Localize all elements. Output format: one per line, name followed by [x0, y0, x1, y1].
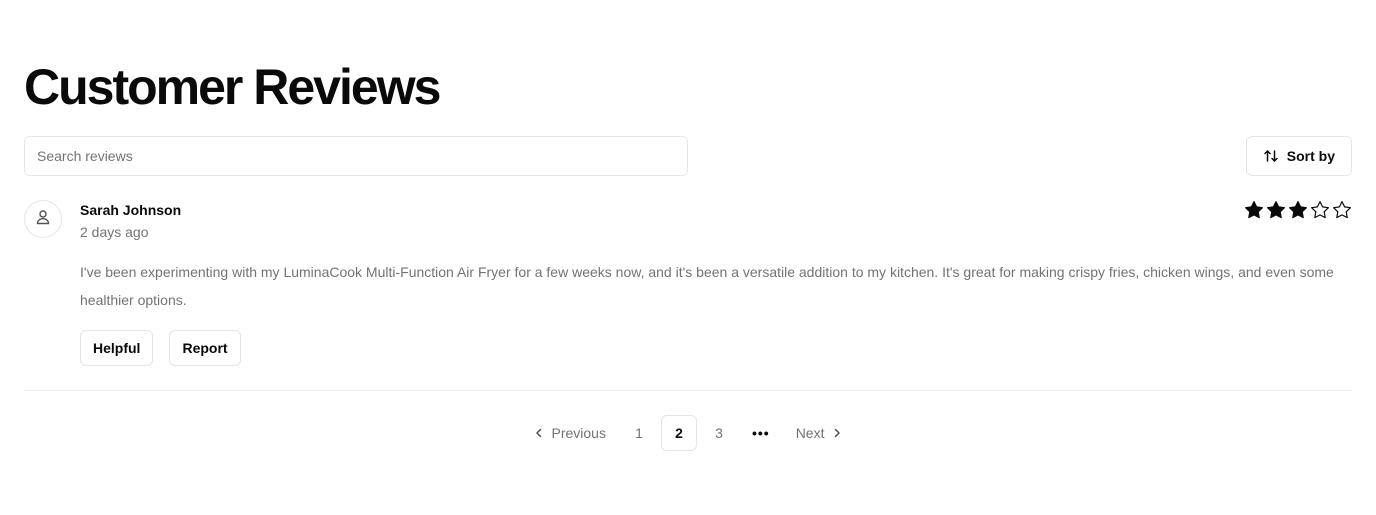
helpful-button[interactable]: Helpful [80, 330, 154, 366]
star-empty-icon [1332, 200, 1352, 220]
star-filled-icon [1244, 200, 1264, 220]
page-3-button[interactable]: 3 [701, 415, 737, 451]
reviewer-name: Sarah Johnson [80, 202, 182, 218]
review-date: 2 days ago [80, 224, 149, 240]
next-page-button[interactable]: Next [785, 415, 856, 451]
pagination: Previous 1 2 3 ••• Next [0, 415, 1376, 451]
search-input[interactable] [24, 136, 688, 176]
chevron-right-icon [830, 426, 844, 440]
star-filled-icon [1288, 200, 1308, 220]
review-body: I've been experimenting with my LuminaCo… [80, 264, 1334, 308]
user-icon [34, 208, 52, 231]
report-button[interactable]: Report [169, 330, 241, 366]
review-actions: Helpful Report [80, 330, 241, 366]
page-2-button[interactable]: 2 [660, 415, 697, 451]
chevron-left-icon [532, 426, 546, 440]
page-title: Customer Reviews [24, 59, 441, 115]
star-empty-icon [1310, 200, 1330, 220]
page-1-button[interactable]: 1 [621, 415, 657, 451]
pagination-ellipsis: ••• [751, 425, 770, 441]
star-filled-icon [1266, 200, 1286, 220]
sort-button-label: Sort by [1286, 148, 1335, 164]
avatar [24, 200, 62, 238]
previous-page-label: Previous [551, 425, 606, 441]
sort-button[interactable]: Sort by [1245, 136, 1352, 176]
previous-page-button[interactable]: Previous [521, 415, 617, 451]
next-page-label: Next [795, 425, 825, 441]
divider [24, 390, 1352, 391]
star-rating [1244, 200, 1352, 220]
arrow-up-down-icon [1263, 148, 1279, 164]
